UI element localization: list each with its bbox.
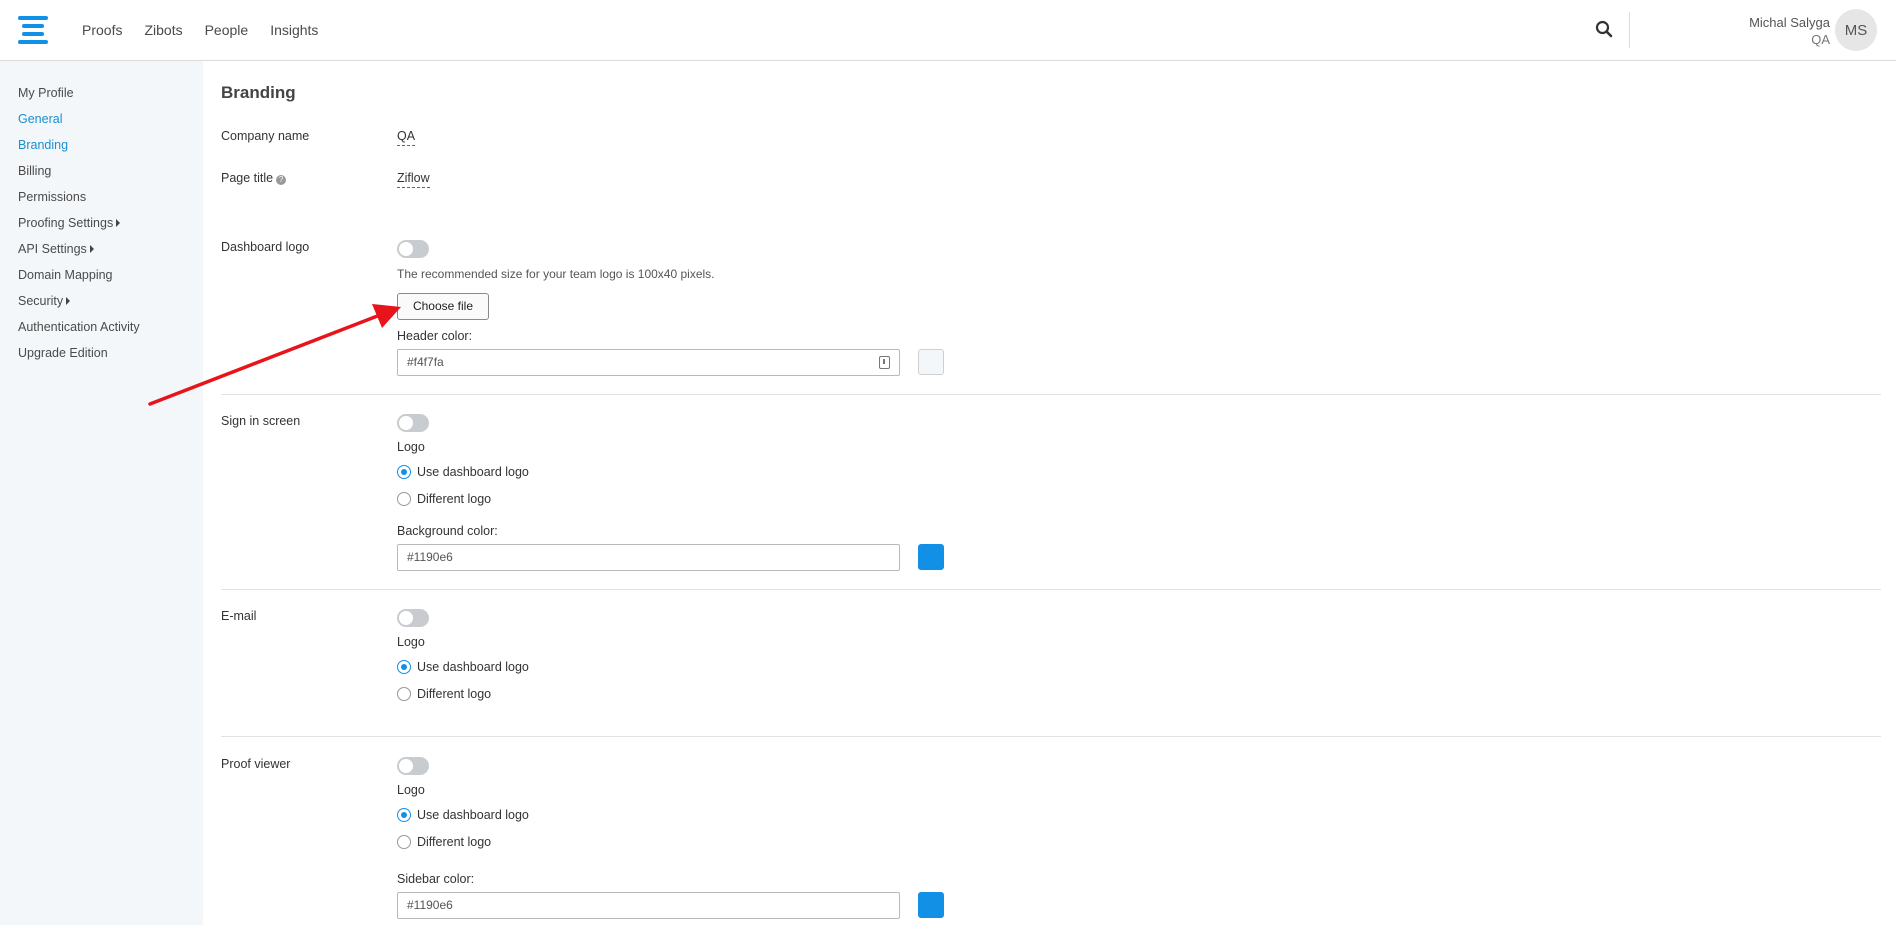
radio-checked-icon[interactable] <box>397 808 411 822</box>
sidebar-item-security[interactable]: Security <box>0 292 203 318</box>
help-icon[interactable]: ? <box>276 175 287 185</box>
page-title-label-text: Page title <box>221 171 274 185</box>
radio-checked-icon[interactable] <box>397 660 411 674</box>
sidebar-item-upgrade-edition[interactable]: Upgrade Edition <box>0 344 203 370</box>
background-color-input[interactable]: #1190e6 <box>397 544 900 571</box>
page-title: Branding <box>221 83 296 102</box>
option-label: Use dashboard logo <box>417 660 529 674</box>
dashboard-logo-toggle[interactable] <box>397 240 429 258</box>
avatar[interactable]: MS <box>1835 9 1877 51</box>
caret-right-icon <box>116 219 121 227</box>
sidebar-color-value: #1190e6 <box>407 898 453 912</box>
option-label: Different logo <box>417 835 492 849</box>
option-label: Different logo <box>417 687 492 701</box>
sidebar-item-permissions[interactable]: Permissions <box>0 188 203 214</box>
dashboard-logo-label: Dashboard logo <box>221 240 310 254</box>
sign-in-different-logo-option[interactable]: Different logo <box>397 492 491 506</box>
user-menu[interactable]: Michal Salyga QA <box>1749 14 1830 48</box>
color-picker-icon[interactable] <box>879 356 890 369</box>
page-title-editable[interactable]: Ziflow <box>397 171 430 188</box>
nav-link-people[interactable]: People <box>205 22 249 38</box>
caret-right-icon <box>66 297 71 305</box>
ziflow-logo-icon[interactable] <box>18 16 48 44</box>
sign-in-use-dashboard-logo-option[interactable]: Use dashboard logo <box>397 465 529 479</box>
radio-unchecked-icon[interactable] <box>397 687 411 701</box>
user-name: Michal Salyga <box>1749 15 1830 30</box>
header-color-input[interactable]: #f4f7fa <box>397 349 900 376</box>
user-role: QA <box>1811 32 1830 47</box>
section-divider <box>221 736 1881 737</box>
background-color-swatch[interactable] <box>918 544 944 570</box>
section-divider <box>221 589 1881 590</box>
background-color-label: Background color: <box>397 524 498 538</box>
search-icon[interactable] <box>1595 20 1615 40</box>
sidebar-item-label: Security <box>18 294 64 308</box>
proof-viewer-toggle[interactable] <box>397 757 429 775</box>
radio-unchecked-icon[interactable] <box>397 835 411 849</box>
radio-checked-icon[interactable] <box>397 465 411 479</box>
sign-in-screen-label: Sign in screen <box>221 414 301 428</box>
option-label: Use dashboard logo <box>417 808 529 822</box>
sidebar-item-general[interactable]: General <box>0 110 203 136</box>
company-name-label: Company name <box>221 129 310 143</box>
background-color-value: #1190e6 <box>407 550 453 564</box>
nav-divider <box>1629 12 1630 48</box>
option-label: Use dashboard logo <box>417 465 529 479</box>
section-divider <box>221 394 1881 395</box>
radio-unchecked-icon[interactable] <box>397 492 411 506</box>
email-toggle[interactable] <box>397 609 429 627</box>
sign-in-logo-label: Logo <box>397 440 425 454</box>
option-label: Different logo <box>417 492 492 506</box>
sidebar-color-label: Sidebar color: <box>397 872 475 886</box>
email-label: E-mail <box>221 609 257 623</box>
company-name-editable[interactable]: QA <box>397 129 416 146</box>
header-color-label: Header color: <box>397 329 473 343</box>
top-navigation-bar: Proofs Zibots People Insights Michal Sal… <box>0 0 1896 61</box>
sidebar-item-label: Proofing Settings <box>18 216 114 230</box>
sidebar-item-my-profile[interactable]: My Profile <box>0 84 203 110</box>
sidebar-item-api-settings[interactable]: API Settings <box>0 240 203 266</box>
sidebar-item-label: API Settings <box>18 242 87 256</box>
choose-file-button[interactable]: Choose file <box>397 293 489 320</box>
header-color-swatch[interactable] <box>918 349 944 375</box>
proof-viewer-use-dashboard-logo-option[interactable]: Use dashboard logo <box>397 808 529 822</box>
sidebar-item-billing[interactable]: Billing <box>0 162 203 188</box>
email-logo-label: Logo <box>397 635 425 649</box>
sidebar-item-domain-mapping[interactable]: Domain Mapping <box>0 266 203 292</box>
caret-right-icon <box>89 245 94 253</box>
nav-link-insights[interactable]: Insights <box>270 22 318 38</box>
email-use-dashboard-logo-option[interactable]: Use dashboard logo <box>397 660 529 674</box>
nav-link-zibots[interactable]: Zibots <box>144 22 182 38</box>
sign-in-screen-toggle[interactable] <box>397 414 429 432</box>
proof-viewer-label: Proof viewer <box>221 757 291 771</box>
sidebar-item-proofing-settings[interactable]: Proofing Settings <box>0 214 203 240</box>
sidebar-color-swatch[interactable] <box>918 892 944 918</box>
sidebar-color-input[interactable]: #1190e6 <box>397 892 900 919</box>
email-different-logo-option[interactable]: Different logo <box>397 687 491 701</box>
sidebar-item-branding[interactable]: Branding <box>0 136 203 162</box>
proof-viewer-logo-label: Logo <box>397 783 425 797</box>
header-color-value: #f4f7fa <box>407 355 444 369</box>
main-nav: Proofs Zibots People Insights <box>82 22 318 38</box>
settings-sidebar: My Profile General Branding Billing Perm… <box>0 61 203 925</box>
sidebar-item-authentication-activity[interactable]: Authentication Activity <box>0 318 203 344</box>
logo-size-hint: The recommended size for your team logo … <box>397 267 715 281</box>
nav-link-proofs[interactable]: Proofs <box>82 22 122 38</box>
proof-viewer-different-logo-option[interactable]: Different logo <box>397 835 491 849</box>
page-title-label: Page title? <box>221 171 287 185</box>
